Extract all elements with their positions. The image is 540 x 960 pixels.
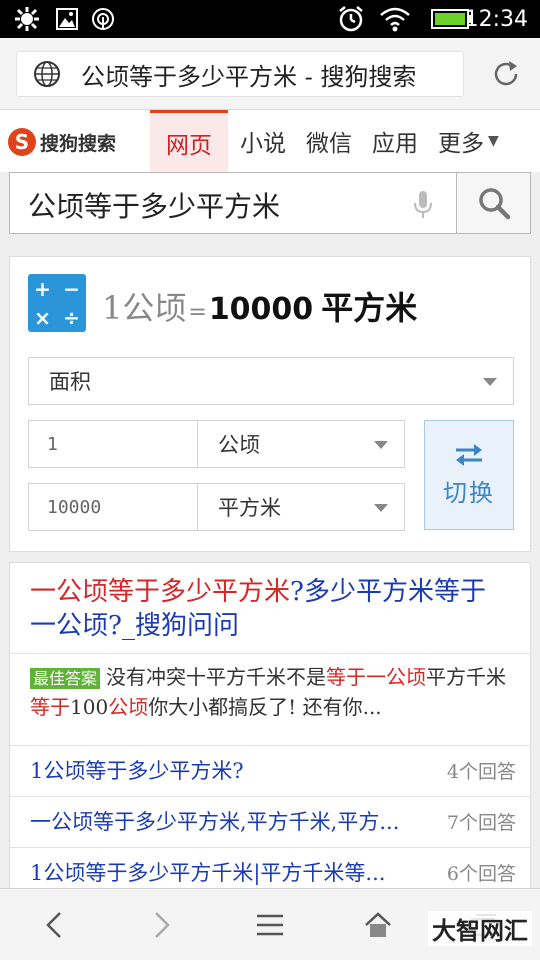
snippet-text: 平方千米 [426,665,507,689]
list-item[interactable]: 1公顷等于多少平方米? 4个回答 [30,745,516,795]
list-item[interactable]: 一公顷等于多少平方米,平方千米,平方... 7个回答 [30,796,516,846]
divide-symbol: ÷ [63,305,80,330]
conversion-result: 1公顷 = 10000 平方米 [102,283,417,329]
home-icon [365,912,391,937]
from-unit-select[interactable]: 公顷 [197,420,405,468]
alarm-icon [336,5,366,33]
chevron-right-icon [155,912,170,938]
snippet-text: 没有冲突十平方千米不是 [106,665,327,689]
back-button[interactable] [32,903,76,947]
tab-more[interactable]: 更多 ▼ [430,110,507,172]
tab-wechat[interactable]: 微信 [298,110,360,172]
swap-button[interactable]: 切换 [424,420,514,530]
result-equals: = [188,300,207,325]
answer-count: 4个回答 [446,760,516,783]
search-button[interactable] [456,172,531,234]
search-query: 公顷等于多少平方米 [28,190,281,223]
caret-down-icon: ▼ [488,133,499,149]
microphone-icon[interactable] [412,189,434,221]
result-input: 1公顷 [102,289,187,327]
site-header: S 搜狗搜索 网页 小说 微信 应用 更多 ▼ [0,110,540,172]
snippet-highlight: 公顷 [108,695,149,719]
snippet-highlight: 等于一公顷 [326,665,427,689]
answer-count: 7个回答 [446,811,516,834]
search-bar: 公顷等于多少平方米 [9,172,531,234]
address-field[interactable]: 公顷等于多少平方米 - 搜狗搜索 [16,51,464,97]
to-unit-value: 平方米 [218,496,281,520]
from-unit-value: 公顷 [218,433,260,457]
menu-button[interactable] [248,903,292,947]
hotspot-icon [90,5,116,33]
question-title: 1公顷等于多少平方千米|平方千米等... [30,861,386,885]
clock-time: 12:34 [464,6,528,32]
tab-label: 微信 [306,131,352,157]
result-title-link[interactable]: 一公顷等于多少平方米?多少平方米等于一公顷?_搜狗问问 [30,575,510,643]
best-answer-badge: 最佳答案 [30,668,101,689]
to-unit-select[interactable]: 平方米 [197,483,405,531]
globe-icon [25,52,69,96]
search-tabs: 网页 小说 微信 应用 更多 ▼ [150,110,511,172]
tab-label: 小说 [240,131,286,157]
browser-url-bar: 公顷等于多少平方米 - 搜狗搜索 [0,38,540,110]
menu-icon [257,914,283,936]
question-title: 1公顷等于多少平方米? [30,759,244,783]
status-bar: 12:34 [0,0,540,38]
chevron-down-icon [374,504,388,512]
search-input[interactable]: 公顷等于多少平方米 [9,172,457,234]
logo-mark: S [8,128,36,156]
tab-label: 应用 [372,131,418,157]
divider [10,653,530,654]
times-symbol: × [34,305,51,330]
answer-count: 6个回答 [446,862,516,885]
tab-novel[interactable]: 小说 [232,110,294,172]
from-value-input[interactable]: 1 [28,420,198,468]
logo-text: 搜狗搜索 [40,132,117,155]
search-results-card: 一公顷等于多少平方米?多少平方米等于一公顷?_搜狗问问 最佳答案 没有冲突十平方千… [9,562,531,892]
forward-button[interactable] [140,903,184,947]
snippet-highlight: 等于 [30,695,70,719]
reload-icon[interactable] [490,58,522,90]
plus-symbol: + [34,276,51,301]
calculator-icon: + − × ÷ [28,274,86,332]
title-highlight: 一公顷等于多少平方米 [30,577,291,607]
browser-toolbar: 大智网汇 [0,888,540,960]
minus-symbol: − [63,276,80,301]
wifi-icon [378,5,412,33]
tab-web[interactable]: 网页 [150,110,228,172]
to-value-input[interactable]: 10000 [28,483,198,531]
tab-label: 网页 [166,132,212,159]
chevron-down-icon [374,441,388,449]
unit-converter-card: + − × ÷ 1公顷 = 10000 平方米 面积 1 公顷 10000 平方… [9,256,531,552]
list-item[interactable]: 1公顷等于多少平方千米|平方千米等... 6个回答 [30,847,516,891]
home-button[interactable] [356,903,400,947]
image-icon [54,5,80,33]
swap-label: 切换 [443,478,495,507]
tab-apps[interactable]: 应用 [364,110,426,172]
result-unit: 平方米 [321,289,418,327]
page-title: 公顷等于多少平方米 - 搜狗搜索 [81,62,417,91]
search-icon [478,188,510,220]
snippet-text: 100 [70,695,109,719]
watermark-text: 大智网汇 [428,911,532,946]
settings-icon [12,5,42,33]
chevron-left-icon [46,912,61,938]
category-select[interactable]: 面积 [28,357,514,405]
swap-arrows-icon [456,443,482,466]
best-answer-snippet[interactable]: 最佳答案 没有冲突十平方千米不是等于一公顷平方千米等于100公顷你大小都搞反了! … [30,663,510,721]
question-title: 一公顷等于多少平方米,平方千米,平方... [30,810,400,834]
category-value: 面积 [49,370,91,394]
result-value: 10000 [208,292,314,327]
chevron-down-icon [483,378,497,386]
snippet-text: 你大小都搞反了! 还有你... [148,695,382,719]
sogou-logo[interactable]: S 搜狗搜索 [8,128,116,156]
tab-label: 更多 [438,131,484,157]
